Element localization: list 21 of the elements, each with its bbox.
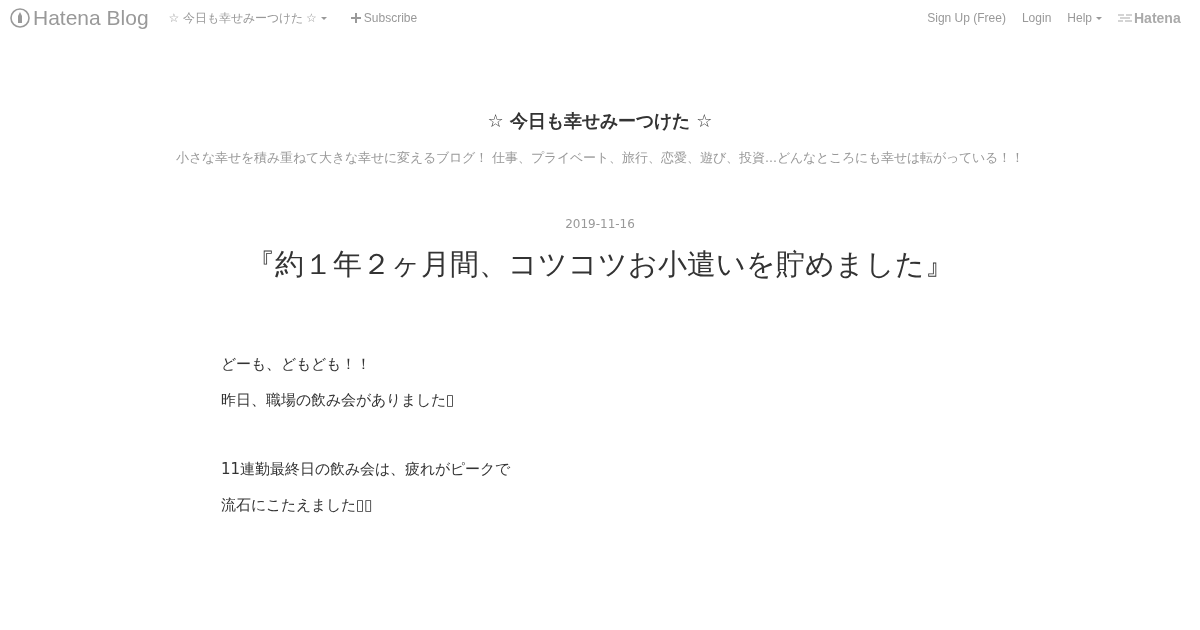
caret-icon: [320, 16, 327, 20]
subscribe-link[interactable]: Subscribe: [350, 11, 418, 25]
lines-icon: [1118, 13, 1132, 23]
logo-text: Hatena Blog: [33, 6, 149, 30]
help-menu[interactable]: Help: [1067, 11, 1102, 25]
paragraph: どーも、どもども！！: [221, 355, 371, 374]
caret-icon: [1096, 16, 1102, 20]
hatena-logo[interactable]: Hatena: [1118, 10, 1200, 26]
paragraph: 昨日、職場の飲み会がありました▯: [221, 391, 455, 410]
entry-date[interactable]: 2019-11-16: [565, 217, 635, 231]
plus-icon: [350, 13, 361, 23]
hatena-blog-logo[interactable]: Hatena Blog: [10, 6, 149, 30]
entry-title[interactable]: 『約１年２ヶ月間、コツコツお小遣いを貯めました』: [246, 245, 954, 285]
logo-icon: [10, 8, 30, 28]
header-link[interactable]: Login: [1021, 11, 1052, 25]
blog-menu[interactable]: ☆ 今日も幸せみーつけた ☆: [168, 9, 327, 27]
header-link[interactable]: Sign Up (Free): [927, 11, 1006, 25]
blog-description: 小さな幸せを積み重ねて大きな幸せに変えるブログ！ 仕事、プライベート、旅行、恋愛、遊び、投資...どんなところにも幸せは転がっている！！: [176, 150, 1024, 167]
paragraph: 11連勤最終日の飲み会は、疲れがピークで: [221, 460, 511, 479]
blog-title[interactable]: ☆ 今日も幸せみーつけた ☆: [487, 109, 713, 133]
paragraph: 流石にこたえました▯▯: [221, 496, 373, 515]
